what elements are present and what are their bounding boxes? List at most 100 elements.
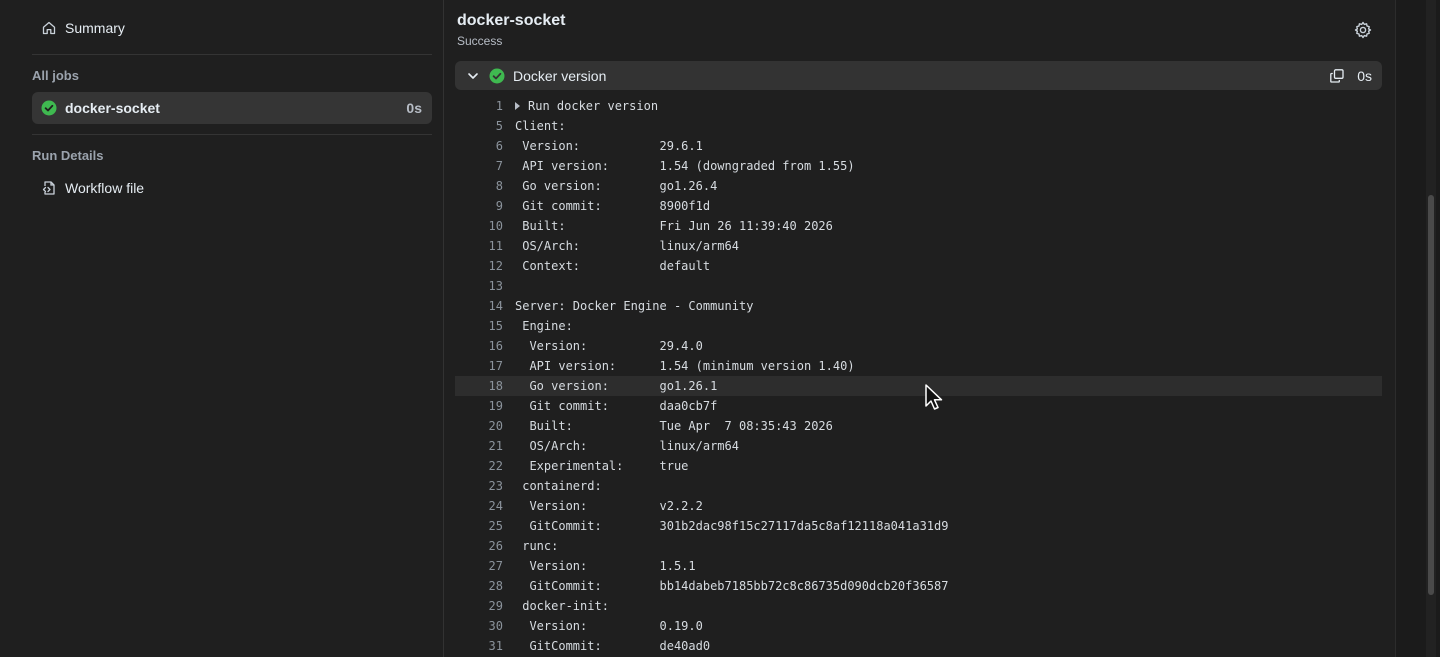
line-number[interactable]: 14 bbox=[455, 296, 503, 316]
line-number[interactable]: 17 bbox=[455, 356, 503, 376]
copy-icon[interactable] bbox=[1329, 68, 1345, 84]
log-text: GitCommit: 301b2dac98f15c27117da5c8af121… bbox=[515, 519, 949, 533]
line-number[interactable]: 12 bbox=[455, 256, 503, 276]
line-number[interactable]: 7 bbox=[455, 156, 503, 176]
workflow-file-link[interactable]: Workflow file bbox=[32, 172, 432, 204]
line-number[interactable]: 23 bbox=[455, 476, 503, 496]
log-text: Built: Tue Apr 7 08:35:43 2026 bbox=[515, 419, 833, 433]
job-name: docker-socket bbox=[65, 100, 160, 116]
log-line[interactable]: 15 Engine: bbox=[455, 316, 1382, 336]
log-text: Context: default bbox=[515, 259, 711, 273]
log-line[interactable]: 6 Version: 29.6.1 bbox=[455, 136, 1382, 156]
summary-link[interactable]: Summary bbox=[32, 12, 432, 44]
log-line[interactable]: 25 GitCommit: 301b2dac98f15c27117da5c8af… bbox=[455, 516, 1382, 536]
log-line[interactable]: 30 Version: 0.19.0 bbox=[455, 616, 1382, 636]
line-number[interactable]: 9 bbox=[455, 196, 503, 216]
line-number[interactable]: 20 bbox=[455, 416, 503, 436]
log-text: Version: 0.19.0 bbox=[515, 619, 703, 633]
line-number[interactable]: 27 bbox=[455, 556, 503, 576]
log-line[interactable]: 17 API version: 1.54 (minimum version 1.… bbox=[455, 356, 1382, 376]
line-number[interactable]: 5 bbox=[455, 116, 503, 136]
log-text: Version: v2.2.2 bbox=[515, 499, 703, 513]
log-line[interactable]: 9 Git commit: 8900f1d bbox=[455, 196, 1382, 216]
log-text: API version: 1.54 (minimum version 1.40) bbox=[515, 359, 855, 373]
line-number[interactable]: 19 bbox=[455, 396, 503, 416]
job-log-panel: docker-socket Success Docker version 0s … bbox=[445, 0, 1395, 657]
log-line[interactable]: 20 Built: Tue Apr 7 08:35:43 2026 bbox=[455, 416, 1382, 436]
job-title: docker-socket bbox=[457, 12, 566, 29]
line-number[interactable]: 10 bbox=[455, 216, 503, 236]
log-line[interactable]: 31 GitCommit: de40ad0 bbox=[455, 636, 1382, 656]
line-number[interactable]: 16 bbox=[455, 336, 503, 356]
sidebar-job-docker-socket[interactable]: docker-socket 0s bbox=[32, 92, 432, 124]
log-line[interactable]: 1 Run docker version bbox=[455, 96, 1382, 116]
line-number[interactable]: 22 bbox=[455, 456, 503, 476]
log-line[interactable]: 16 Version: 29.4.0 bbox=[455, 336, 1382, 356]
log-line[interactable]: 27 Version: 1.5.1 bbox=[455, 556, 1382, 576]
log-text: Version: 1.5.1 bbox=[515, 559, 696, 573]
log-line[interactable]: 26 runc: bbox=[455, 536, 1382, 556]
expand-caret-icon[interactable] bbox=[515, 102, 520, 110]
log-line[interactable]: 13 bbox=[455, 276, 1382, 296]
log-line[interactable]: 10 Built: Fri Jun 26 11:39:40 2026 bbox=[455, 216, 1382, 236]
log-text: Engine: bbox=[515, 319, 573, 333]
log-output: 1 Run docker version 5 Client: 6 Version: 29… bbox=[455, 96, 1382, 656]
sidebar-divider bbox=[32, 54, 432, 55]
log-line[interactable]: 28 GitCommit: bb14dabeb7185bb72c8c86735d… bbox=[455, 576, 1382, 596]
log-text: Built: Fri Jun 26 11:39:40 2026 bbox=[515, 219, 833, 233]
line-number[interactable]: 1 bbox=[455, 96, 503, 116]
line-number[interactable]: 26 bbox=[455, 536, 503, 556]
line-number[interactable]: 29 bbox=[455, 596, 503, 616]
job-status: Success bbox=[457, 34, 503, 48]
log-line[interactable]: 22 Experimental: true bbox=[455, 456, 1382, 476]
log-line[interactable]: 24 Version: v2.2.2 bbox=[455, 496, 1382, 516]
log-text: Git commit: 8900f1d bbox=[515, 199, 711, 213]
line-number[interactable]: 24 bbox=[455, 496, 503, 516]
line-number[interactable]: 21 bbox=[455, 436, 503, 456]
check-circle-icon bbox=[489, 68, 505, 84]
scrollbar-thumb[interactable] bbox=[1428, 195, 1434, 595]
log-line[interactable]: 19 Git commit: daa0cb7f bbox=[455, 396, 1382, 416]
log-text: Client: bbox=[515, 119, 566, 133]
log-line[interactable]: 21 OS/Arch: linux/arm64 bbox=[455, 436, 1382, 456]
check-circle-icon bbox=[41, 100, 57, 116]
line-number[interactable]: 30 bbox=[455, 616, 503, 636]
log-line[interactable]: 11 OS/Arch: linux/arm64 bbox=[455, 236, 1382, 256]
log-text: Go version: go1.26.1 bbox=[515, 379, 718, 393]
log-line[interactable]: 18 Go version: go1.26.1 bbox=[455, 376, 1382, 396]
line-number[interactable]: 13 bbox=[455, 276, 503, 296]
line-number[interactable]: 31 bbox=[455, 636, 503, 656]
log-line[interactable]: 23 containerd: bbox=[455, 476, 1382, 496]
line-number[interactable]: 28 bbox=[455, 576, 503, 596]
log-text: runc: bbox=[515, 539, 559, 553]
log-text: Version: 29.4.0 bbox=[515, 339, 703, 353]
log-line[interactable]: 12 Context: default bbox=[455, 256, 1382, 276]
log-text: docker-init: bbox=[515, 599, 609, 613]
job-duration: 0s bbox=[406, 100, 422, 116]
line-number[interactable]: 11 bbox=[455, 236, 503, 256]
log-text: Server: Docker Engine - Community bbox=[515, 299, 754, 313]
log-text: containerd: bbox=[515, 479, 602, 493]
file-code-icon bbox=[41, 180, 57, 196]
line-number[interactable]: 18 bbox=[455, 376, 503, 396]
line-number[interactable]: 25 bbox=[455, 516, 503, 536]
log-text: OS/Arch: linux/arm64 bbox=[515, 239, 739, 253]
line-number[interactable]: 15 bbox=[455, 316, 503, 336]
home-icon bbox=[41, 20, 57, 36]
log-line[interactable]: 7 API version: 1.54 (downgraded from 1.5… bbox=[455, 156, 1382, 176]
log-text: Experimental: true bbox=[515, 459, 689, 473]
line-number[interactable]: 6 bbox=[455, 136, 503, 156]
log-line[interactable]: 14 Server: Docker Engine - Community bbox=[455, 296, 1382, 316]
log-text: OS/Arch: linux/arm64 bbox=[515, 439, 739, 453]
line-number[interactable]: 8 bbox=[455, 176, 503, 196]
gear-icon[interactable] bbox=[1354, 21, 1372, 39]
run-details-heading: Run Details bbox=[32, 148, 104, 163]
log-line[interactable]: 29 docker-init: bbox=[455, 596, 1382, 616]
log-line[interactable]: 8 Go version: go1.26.4 bbox=[455, 176, 1382, 196]
workflow-file-label: Workflow file bbox=[65, 180, 145, 196]
log-text: Git commit: daa0cb7f bbox=[515, 399, 718, 413]
step-header-docker-version[interactable]: Docker version 0s bbox=[455, 61, 1382, 90]
chevron-down-icon[interactable] bbox=[466, 69, 480, 83]
log-text: Go version: go1.26.4 bbox=[515, 179, 718, 193]
log-line[interactable]: 5 Client: bbox=[455, 116, 1382, 136]
